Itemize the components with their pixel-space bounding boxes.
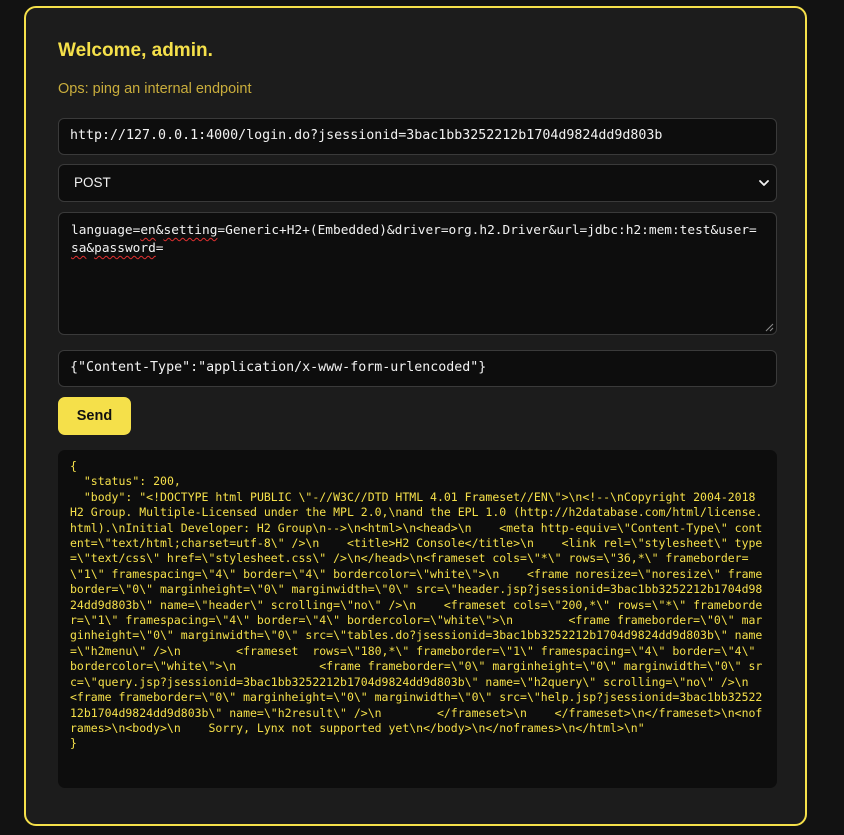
request-body-textarea[interactable]: language=en & setting=Generic+H2+(Embedded… [58,212,777,335]
send-button[interactable]: Send [58,397,131,435]
chevron-down-icon [759,180,769,186]
body-text: & [86,241,95,256]
page-title: Welcome, admin. [58,40,213,61]
body-text-misspelled: sa [71,241,87,256]
ping-panel: Welcome, admin. Ops: ping an internal en… [24,6,807,826]
headers-input[interactable]: {"Content-Type":"application/x-www-form-… [58,350,777,387]
page-subtitle: Ops: ping an internal endpoint [58,81,252,97]
method-select-value: POST [74,175,111,190]
url-input[interactable]: http://127.0.0.1:4000/login.do?jsessioni… [58,118,777,155]
body-text: language= [71,223,141,238]
resize-handle-icon[interactable] [765,323,774,332]
response-output: { "status": 200, "body": "<!DOCTYPE html… [58,450,777,788]
body-text-misspelled: en [140,223,156,238]
method-select[interactable]: POST [58,164,777,202]
body-text-misspelled: password [94,241,156,256]
body-text: =Generic+H2+(Embedded)&driver=org.h2.Dri… [217,223,757,238]
body-text: = [155,241,164,256]
body-text-misspelled: setting [163,223,218,238]
